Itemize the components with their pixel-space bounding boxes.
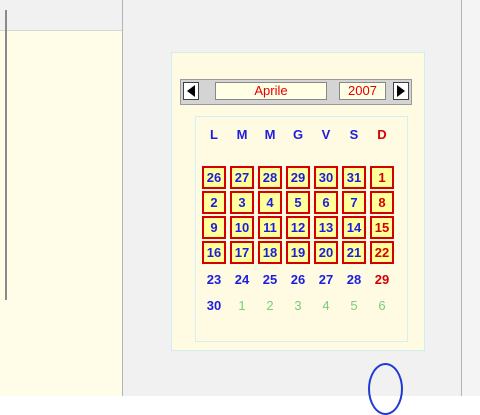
right-arrow-icon bbox=[397, 85, 405, 97]
calendar-day[interactable]: 15 bbox=[370, 216, 394, 239]
calendar-day[interactable]: 3 bbox=[230, 191, 254, 214]
calendar-day[interactable]: 7 bbox=[342, 191, 366, 214]
calendar-day[interactable]: 6 bbox=[372, 295, 392, 316]
calendar-day[interactable]: 3 bbox=[288, 295, 308, 316]
calendar-day[interactable]: 29 bbox=[286, 166, 310, 189]
left-panel-border bbox=[5, 10, 7, 300]
right-panel bbox=[462, 0, 480, 396]
weekday-header: L bbox=[210, 127, 218, 142]
calendar-day[interactable]: 11 bbox=[258, 216, 282, 239]
calendar-day[interactable]: 8 bbox=[370, 191, 394, 214]
calendar-day[interactable]: 27 bbox=[316, 269, 336, 290]
calendar-day[interactable]: 18 bbox=[258, 241, 282, 264]
weekday-header: D bbox=[377, 127, 387, 142]
calendar-day[interactable]: 30 bbox=[314, 166, 338, 189]
calendar-day[interactable]: 28 bbox=[258, 166, 282, 189]
calendar-widget: Aprile 2007 L M M G V S D 26 27 28 29 30 31 1 2 3 4 5 6 7 8 9… bbox=[171, 52, 425, 415]
calendar-day[interactable]: 20 bbox=[314, 241, 338, 264]
calendar-grid: L M M G V S D 26 27 28 29 30 31 1 2 3 4 5 6 7 8 9 10 11 12 13 14 15… bbox=[195, 116, 408, 415]
calendar-day[interactable]: 13 bbox=[314, 216, 338, 239]
calendar-day[interactable]: 21 bbox=[342, 241, 366, 264]
calendar-day[interactable]: 25 bbox=[260, 269, 280, 290]
calendar-day[interactable]: 2 bbox=[260, 295, 280, 316]
calendar-day[interactable]: 14 bbox=[342, 216, 366, 239]
calendar-day[interactable]: 26 bbox=[202, 166, 226, 189]
left-arrow-icon bbox=[187, 85, 195, 97]
month-navigation: Aprile 2007 bbox=[180, 79, 412, 105]
calendar-day[interactable]: 27 bbox=[230, 166, 254, 189]
calendar-day[interactable]: 4 bbox=[316, 295, 336, 316]
calendar-day[interactable]: 1 bbox=[232, 295, 252, 316]
calendar-day[interactable]: 28 bbox=[344, 269, 364, 290]
calendar-day[interactable]: 9 bbox=[202, 216, 226, 239]
calendar-day[interactable]: 5 bbox=[286, 191, 310, 214]
calendar-day[interactable]: 6 bbox=[314, 191, 338, 214]
weekday-header: M bbox=[264, 127, 276, 142]
previous-month-button[interactable] bbox=[183, 82, 199, 100]
calendar-day[interactable]: 5 bbox=[344, 295, 364, 316]
weekday-header: G bbox=[292, 127, 304, 142]
calendar-day[interactable]: 24 bbox=[232, 269, 252, 290]
weekday-header: S bbox=[349, 127, 359, 142]
calendar-day[interactable]: 30 bbox=[204, 295, 224, 316]
calendar-day[interactable]: 26 bbox=[288, 269, 308, 290]
year-selector[interactable]: 2007 bbox=[339, 82, 386, 100]
calendar-day[interactable]: 12 bbox=[286, 216, 310, 239]
weekday-header: M bbox=[236, 127, 248, 142]
calendar-day[interactable]: 1 bbox=[370, 166, 394, 189]
left-panel-header bbox=[0, 0, 122, 31]
month-selector[interactable]: Aprile bbox=[215, 82, 327, 100]
calendar-day[interactable]: 23 bbox=[204, 269, 224, 290]
calendar-day[interactable]: 22 bbox=[370, 241, 394, 264]
calendar-day[interactable]: 4 bbox=[258, 191, 282, 214]
next-month-button[interactable] bbox=[393, 82, 409, 100]
calendar-day[interactable]: 16 bbox=[202, 241, 226, 264]
calendar-day[interactable]: 2 bbox=[202, 191, 226, 214]
weekday-header: V bbox=[321, 127, 331, 142]
calendar-day[interactable]: 19 bbox=[286, 241, 310, 264]
calendar-day[interactable]: 17 bbox=[230, 241, 254, 264]
calendar-day[interactable]: 29 bbox=[372, 269, 392, 290]
left-panel bbox=[0, 31, 122, 396]
calendar-day[interactable]: 31 bbox=[342, 166, 366, 189]
calendar-day[interactable]: 10 bbox=[230, 216, 254, 239]
